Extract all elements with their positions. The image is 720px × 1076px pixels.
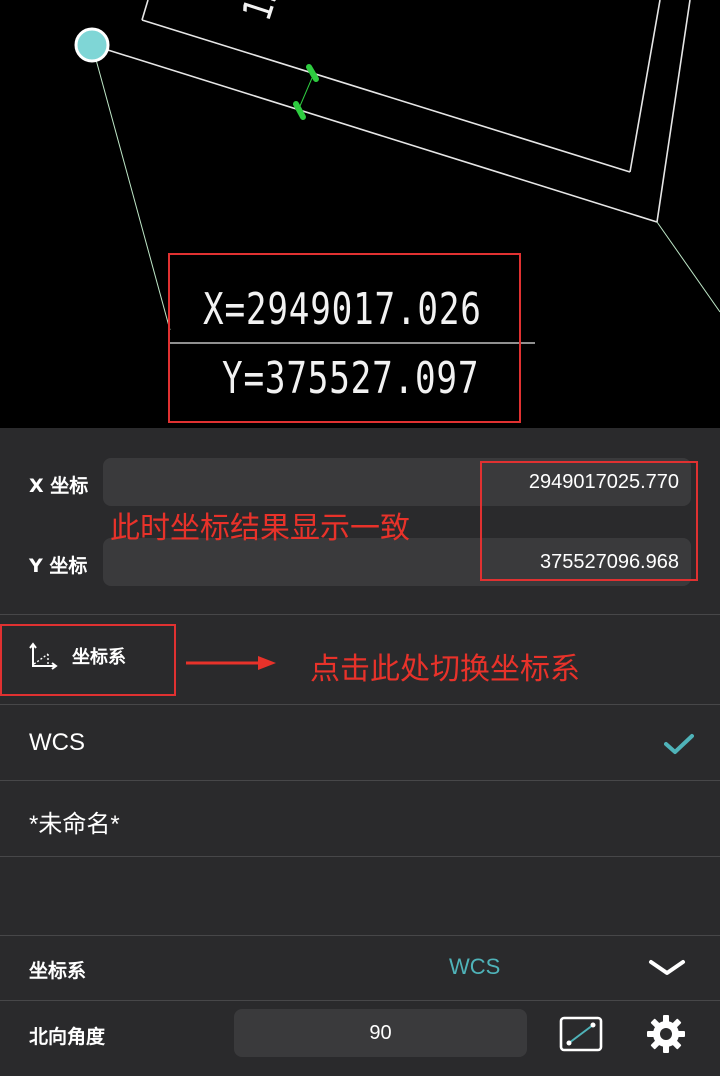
outer-edge-top	[91, 44, 658, 223]
north-angle-input[interactable]: 90	[234, 1009, 527, 1057]
coordinate-system-selector[interactable]: 坐标系 WCS	[0, 936, 720, 1000]
list-item-wcs[interactable]: WCS	[0, 705, 720, 780]
list-item-label: *未命名*	[29, 811, 120, 838]
guide-line-right	[656, 221, 720, 313]
inner-edge-right	[656, 0, 691, 223]
x-coordinate-label: X 坐标	[29, 475, 89, 497]
list-item-unnamed[interactable]: *未命名*	[0, 781, 720, 856]
coordinate-panel: X 坐标 2949017025.770 Y 坐标 375527096.968 此…	[0, 428, 720, 1076]
drawing-canvas[interactable]: 15 X=2949017.026 Y=375527.097	[0, 0, 720, 428]
inner-edge-bottom	[141, 19, 631, 173]
divider	[0, 614, 720, 615]
grip-marker-top	[306, 64, 319, 82]
inner-edge-left	[141, 0, 149, 21]
highlight-box-coordinate-values	[480, 461, 698, 581]
checkmark-icon	[664, 734, 694, 754]
annotation-result-note: 此时坐标结果显示一致	[110, 511, 410, 546]
grip-marker-bottom	[293, 101, 306, 120]
inner-edge-side	[629, 0, 661, 173]
measure-icon[interactable]	[559, 1016, 603, 1052]
north-angle-value: 90	[369, 1021, 392, 1044]
north-angle-label: 北向角度	[29, 1026, 106, 1048]
grip-connector	[299, 77, 313, 107]
arrow-right-icon	[186, 656, 276, 670]
guide-line-left	[91, 44, 171, 331]
highlight-box-coordinate-system-button	[0, 624, 176, 696]
divider	[0, 856, 720, 857]
highlight-box-canvas-coords	[168, 253, 521, 423]
divider	[0, 1000, 720, 1001]
chevron-down-icon	[649, 960, 685, 975]
coordinate-system-selector-label: 坐标系	[29, 960, 87, 982]
annotation-switch-note: 点击此处切换坐标系	[310, 652, 580, 687]
coordinate-system-selector-value: WCS	[449, 954, 501, 979]
snap-point	[74, 27, 110, 63]
gear-icon[interactable]	[646, 1014, 686, 1054]
list-item-label: WCS	[29, 729, 85, 756]
y-coordinate-label: Y 坐标	[29, 555, 88, 577]
